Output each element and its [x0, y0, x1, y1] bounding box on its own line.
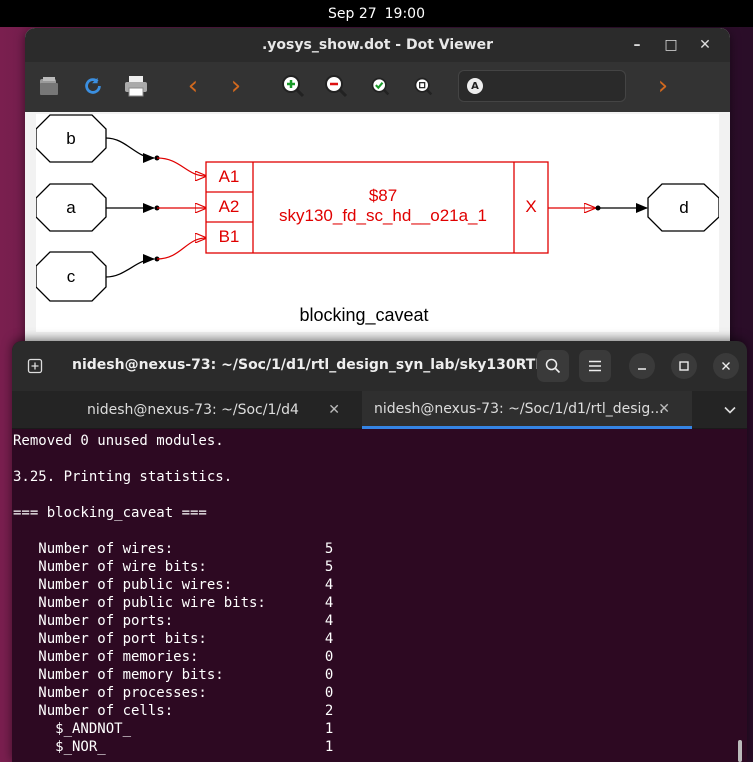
zoom-out-icon[interactable] [322, 72, 350, 100]
cell-87[interactable]: A1 A2 B1 $87 sky130_fd_sc_hd__o21a_1 X [205, 161, 549, 254]
print-icon[interactable] [122, 72, 150, 100]
maximize-icon [679, 361, 689, 371]
dot-viewer-titlebar[interactable]: .yosys_show.dot - Dot Viewer – □ ✕ [25, 28, 730, 62]
graph-label: blocking_caveat [299, 305, 428, 326]
terminal-line: $_NOR_ 1 [13, 739, 334, 755]
hamburger-icon [589, 360, 601, 372]
terminal-minimize-button[interactable] [629, 353, 655, 379]
close-button[interactable]: ✕ [688, 37, 722, 53]
input-node-b[interactable]: b [35, 114, 107, 163]
port-a1-label: A1 [219, 167, 240, 186]
terminal-line: Removed 0 unused modules. [13, 433, 224, 449]
new-tab-icon [27, 358, 43, 374]
refresh-icon[interactable] [79, 72, 107, 100]
search-icon [545, 358, 561, 374]
cell-type-label: sky130_fd_sc_hd__o21a_1 [279, 206, 487, 225]
zoom-in-icon[interactable] [279, 72, 307, 100]
find-placeholder [459, 71, 464, 90]
input-node-c[interactable]: c [35, 251, 107, 302]
port-b1-label: B1 [219, 227, 240, 246]
zoom-fit-icon[interactable] [366, 72, 394, 100]
terminal-line: Number of public wire bits: 4 [13, 595, 334, 611]
tab-d4-label: nidesh@nexus-73: ~/Soc/1/d4 [87, 402, 299, 418]
dot-viewer-toolbar: ‹ › A › [25, 62, 730, 112]
terminal-line: Number of cells: 2 [13, 703, 334, 719]
cell-id-label: $87 [369, 186, 397, 205]
wire-b-a1 [156, 157, 206, 176]
find-input[interactable]: A [458, 70, 626, 102]
date-label[interactable]: Sep 27 [328, 6, 377, 22]
terminal-title: nidesh@nexus-73: ~/Soc/1/d1/rtl_design_s… [72, 357, 561, 373]
tab-d4[interactable]: nidesh@nexus-73: ~/Soc/1/d4 ✕ [12, 391, 362, 429]
wire-c-b1 [156, 238, 206, 260]
terminal-close-button[interactable] [713, 353, 739, 379]
wire-c [105, 254, 155, 278]
new-tab-button[interactable] [20, 351, 50, 381]
chevron-down-icon [723, 406, 736, 414]
tab-d1[interactable]: nidesh@nexus-73: ~/Soc/1/d1/rtl_desig...… [362, 391, 692, 429]
maximize-button[interactable]: □ [654, 37, 688, 53]
graph-canvas[interactable]: b a c A1 A2 B1 $87 sky130_fd_sc_hd__o21a… [35, 114, 720, 332]
open-icon[interactable] [35, 72, 63, 100]
search-button[interactable] [537, 350, 569, 382]
find-icon: A [467, 78, 483, 94]
terminal-window: nidesh@nexus-73: ~/Soc/1/d1/rtl_design_s… [12, 341, 747, 762]
terminal-line: Number of memories: 0 [13, 649, 334, 665]
dot-viewer-window: .yosys_show.dot - Dot Viewer – □ ✕ ‹ › A… [25, 28, 730, 348]
back-icon[interactable]: ‹ [179, 71, 207, 101]
terminal-titlebar[interactable]: nidesh@nexus-73: ~/Soc/1/d1/rtl_design_s… [12, 341, 747, 391]
terminal-line: Number of public wires: 4 [13, 577, 334, 593]
forward-icon[interactable]: › [222, 71, 250, 101]
input-label-b: b [66, 129, 75, 148]
tab-d1-label: nidesh@nexus-73: ~/Soc/1/d1/rtl_desig... [374, 400, 664, 417]
wire-b [105, 137, 155, 163]
terminal-maximize-button[interactable] [671, 353, 697, 379]
output-node-d[interactable]: d [647, 183, 720, 232]
input-label-a: a [66, 198, 76, 217]
top-bar: Sep 27 19:00 [0, 0, 753, 27]
terminal-scrollbar[interactable] [738, 740, 742, 762]
tab-list-button[interactable] [712, 391, 747, 429]
terminal-line: Number of wires: 5 [13, 541, 334, 557]
close-icon [722, 362, 730, 370]
zoom-100-icon[interactable] [409, 72, 437, 100]
terminal-tab-bar: nidesh@nexus-73: ~/Soc/1/d4 ✕ nidesh@nex… [12, 391, 747, 429]
input-node-a[interactable]: a [35, 183, 107, 232]
terminal-line: Number of processes: 0 [13, 685, 334, 701]
terminal-line: Number of memory bits: 0 [13, 667, 334, 683]
graph-svg: b a c A1 A2 B1 $87 sky130_fd_sc_hd__o21a… [35, 114, 720, 326]
terminal-line: Number of wire bits: 5 [13, 559, 334, 575]
dot-viewer-title: .yosys_show.dot - Dot Viewer [261, 37, 494, 53]
port-x-label: X [525, 197, 536, 216]
terminal-line: Number of ports: 4 [13, 613, 334, 629]
find-next-icon[interactable]: › [649, 71, 677, 101]
tab-d4-close-icon[interactable]: ✕ [328, 402, 340, 418]
terminal-line: === blocking_caveat === [13, 505, 207, 521]
terminal-output[interactable]: Removed 0 unused modules. 3.25. Printing… [12, 429, 747, 762]
terminal-line: $_ANDNOT_ 1 [13, 721, 334, 737]
tab-d1-close-icon[interactable]: ✕ [658, 401, 670, 417]
terminal-line: Number of port bits: 4 [13, 631, 334, 647]
input-label-c: c [67, 267, 76, 286]
output-label-d: d [679, 198, 688, 217]
port-a2-label: A2 [219, 197, 240, 216]
menu-button[interactable] [579, 350, 611, 382]
time-label[interactable]: 19:00 [385, 6, 425, 22]
terminal-line: 3.25. Printing statistics. [13, 469, 233, 485]
minimize-button[interactable]: – [620, 37, 654, 53]
minimize-icon [638, 368, 646, 370]
